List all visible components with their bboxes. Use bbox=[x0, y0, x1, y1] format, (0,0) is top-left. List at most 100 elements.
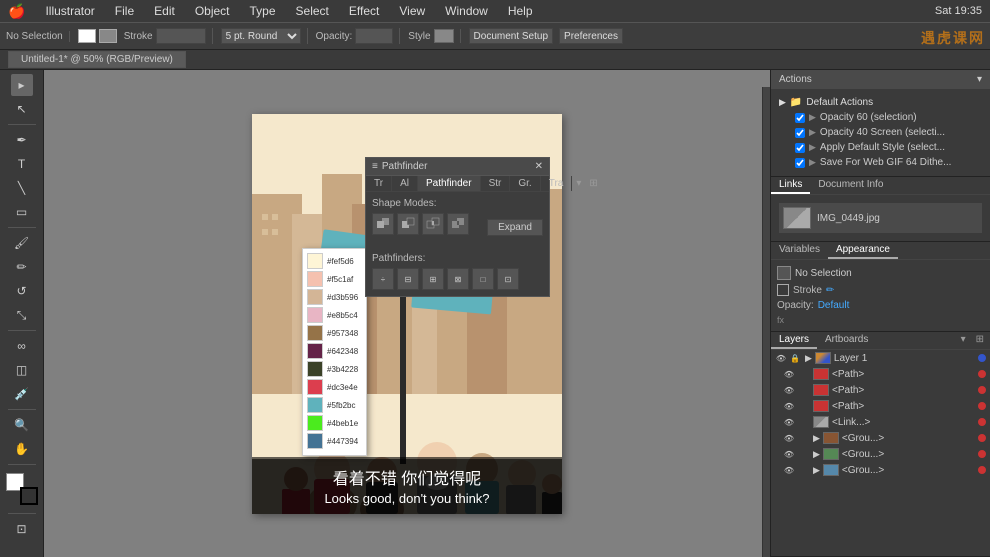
layer-path-2[interactable]: 👁 <Path> bbox=[771, 382, 990, 398]
layer-path-3[interactable]: 👁 <Path> bbox=[771, 398, 990, 414]
menu-edit[interactable]: Edit bbox=[150, 4, 179, 18]
shape-tool[interactable]: ▭ bbox=[11, 201, 33, 223]
stroke-app-row[interactable]: Stroke ✏ bbox=[777, 282, 984, 298]
layer-1-expand[interactable]: ▶ bbox=[805, 353, 812, 364]
artboards-tab[interactable]: Artboards bbox=[817, 332, 876, 349]
opacity-app-row[interactable]: Opacity: Default bbox=[777, 298, 984, 313]
color-palette-panel[interactable]: #fef5d6 #f5c1af #d3b596 #e8b5c4 #957348 … bbox=[302, 248, 367, 456]
stroke-indicator[interactable] bbox=[99, 29, 117, 43]
paintbrush-tool[interactable]: 🖌 bbox=[11, 232, 33, 254]
group-1-expand[interactable]: ▶ bbox=[813, 433, 820, 444]
palette-swatch[interactable] bbox=[307, 361, 323, 377]
blend-tool[interactable]: ∞ bbox=[11, 335, 33, 357]
layers-options[interactable]: ▾ bbox=[957, 332, 970, 349]
intersect-icon[interactable] bbox=[422, 213, 444, 235]
merge-icon[interactable]: ⊞ bbox=[422, 268, 444, 290]
group-3-expand[interactable]: ▶ bbox=[813, 465, 820, 476]
palette-color-row[interactable]: #642348 bbox=[307, 343, 362, 359]
menu-select[interactable]: Select bbox=[292, 4, 333, 18]
appearance-tab[interactable]: Appearance bbox=[828, 242, 898, 259]
palette-color-row[interactable]: #5fb2bc bbox=[307, 397, 362, 413]
pathfinder-tab-al[interactable]: Al bbox=[392, 176, 418, 191]
action-check-3[interactable] bbox=[795, 158, 805, 168]
group-2-dot[interactable] bbox=[978, 450, 986, 458]
action-item-0[interactable]: ▶ Opacity 60 (selection) bbox=[795, 110, 982, 125]
pathfinder-tab-tr[interactable]: Tr bbox=[366, 176, 392, 191]
crop-icon[interactable]: ⊠ bbox=[447, 268, 469, 290]
pencil-tool[interactable]: ✏ bbox=[11, 256, 33, 278]
group-2-eye[interactable]: 👁 bbox=[783, 448, 795, 460]
menu-file[interactable]: File bbox=[111, 4, 138, 18]
hand-tool[interactable]: ✋ bbox=[11, 438, 33, 460]
panel-options[interactable]: ▾ bbox=[572, 176, 585, 191]
screen-mode-tool[interactable]: ⊡ bbox=[11, 518, 33, 540]
action-play-icon-2[interactable]: ▶ bbox=[809, 142, 816, 153]
palette-color-row[interactable]: #957348 bbox=[307, 325, 362, 341]
layer-group-1[interactable]: 👁 ▶ <Grou...> bbox=[771, 430, 990, 446]
group-2-expand[interactable]: ▶ bbox=[813, 449, 820, 460]
group-3-eye[interactable]: 👁 bbox=[783, 464, 795, 476]
palette-color-row[interactable]: #447394 bbox=[307, 433, 362, 449]
menu-window[interactable]: Window bbox=[441, 4, 492, 18]
action-play-icon-1[interactable]: ▶ bbox=[809, 127, 816, 138]
palette-swatch[interactable] bbox=[307, 433, 323, 449]
gradient-tool[interactable]: ◫ bbox=[11, 359, 33, 381]
menu-help[interactable]: Help bbox=[504, 4, 537, 18]
fx-row[interactable]: fx bbox=[777, 313, 984, 327]
scale-tool[interactable]: ⤡ bbox=[11, 304, 33, 326]
palette-swatch[interactable] bbox=[307, 415, 323, 431]
layer-group-3[interactable]: 👁 ▶ <Grou...> bbox=[771, 462, 990, 478]
palette-color-row[interactable]: #4beb1e bbox=[307, 415, 362, 431]
default-actions-folder[interactable]: ▶ 📁 Default Actions bbox=[779, 95, 982, 110]
palette-color-row[interactable]: #e8b5c4 bbox=[307, 307, 362, 323]
palette-swatch[interactable] bbox=[307, 325, 323, 341]
group-1-dot[interactable] bbox=[978, 434, 986, 442]
direct-selection-tool[interactable]: ↖ bbox=[11, 98, 33, 120]
apple-menu[interactable]: 🍎 bbox=[8, 3, 25, 20]
palette-swatch[interactable] bbox=[307, 289, 323, 305]
links-tab[interactable]: Links bbox=[771, 177, 810, 194]
path-2-eye[interactable]: 👁 bbox=[783, 384, 795, 396]
path-3-eye[interactable]: 👁 bbox=[783, 400, 795, 412]
palette-swatch[interactable] bbox=[307, 271, 323, 287]
eyedropper-tool[interactable]: 💉 bbox=[11, 383, 33, 405]
stroke-box[interactable] bbox=[20, 487, 38, 505]
layer-group-2[interactable]: 👁 ▶ <Grou...> bbox=[771, 446, 990, 462]
layers-add[interactable]: ⊞ bbox=[970, 332, 990, 349]
document-info-tab[interactable]: Document Info bbox=[810, 177, 891, 194]
fill-indicator[interactable] bbox=[78, 29, 96, 43]
pen-tool[interactable]: ✒ bbox=[11, 129, 33, 151]
opacity-app-value[interactable]: Default bbox=[818, 300, 850, 311]
menu-object[interactable]: Object bbox=[191, 4, 234, 18]
action-play-icon-3[interactable]: ▶ bbox=[809, 157, 816, 168]
pathfinder-tab-tra[interactable]: Tra bbox=[541, 176, 573, 191]
actions-collapse-icon[interactable]: ▾ bbox=[977, 74, 982, 85]
document-setup-button[interactable]: Document Setup bbox=[469, 28, 554, 44]
layer-1[interactable]: 👁 🔒 ▶ Layer 1 bbox=[771, 350, 990, 366]
action-play-icon-0[interactable]: ▶ bbox=[809, 112, 816, 123]
palette-color-row[interactable]: #dc3e4e bbox=[307, 379, 362, 395]
layer-1-lock[interactable]: 🔒 bbox=[790, 354, 802, 363]
pathfinder-tab-str[interactable]: Str bbox=[481, 176, 511, 191]
action-item-1[interactable]: ▶ Opacity 40 Screen (selecti... bbox=[795, 125, 982, 140]
selection-tool[interactable]: ▸ bbox=[11, 74, 33, 96]
palette-color-row[interactable]: #fef5d6 bbox=[307, 253, 362, 269]
action-item-3[interactable]: ▶ Save For Web GIF 64 Dithe... bbox=[795, 155, 982, 170]
minus-front-icon[interactable] bbox=[397, 213, 419, 235]
action-check-0[interactable] bbox=[795, 113, 805, 123]
palette-color-row[interactable]: #3b4228 bbox=[307, 361, 362, 377]
palette-swatch[interactable] bbox=[307, 343, 323, 359]
path-1-eye[interactable]: 👁 bbox=[783, 368, 795, 380]
brush-select[interactable]: 5 pt. Round bbox=[221, 28, 301, 44]
menu-view[interactable]: View bbox=[395, 4, 429, 18]
palette-color-row[interactable]: #d3b596 bbox=[307, 289, 362, 305]
layer-path-1[interactable]: 👁 <Path> bbox=[771, 366, 990, 382]
group-1-eye[interactable]: 👁 bbox=[783, 432, 795, 444]
zoom-tool[interactable]: 🔍 bbox=[11, 414, 33, 436]
minus-back-icon[interactable]: ⊡ bbox=[497, 268, 519, 290]
stroke-edit-icon[interactable]: ✏ bbox=[826, 285, 834, 296]
opacity-input[interactable]: 100% bbox=[355, 28, 393, 44]
fill-stroke-widget[interactable] bbox=[6, 473, 38, 505]
path-1-dot[interactable] bbox=[978, 370, 986, 378]
pathfinder-tab-gr[interactable]: Gr. bbox=[510, 176, 540, 191]
